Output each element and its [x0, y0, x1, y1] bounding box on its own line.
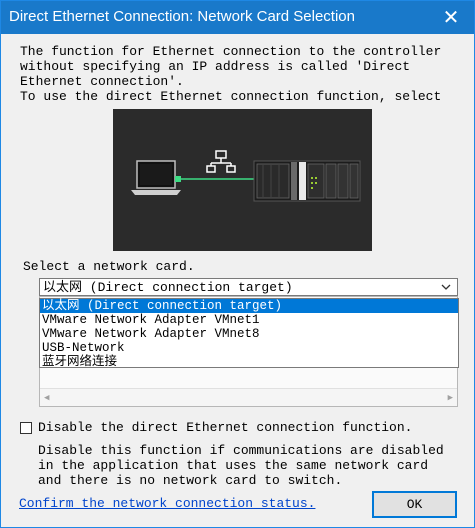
close-icon[interactable]: ✕	[428, 1, 474, 34]
chevron-down-icon	[441, 284, 451, 290]
window-title: Direct Ethernet Connection: Network Card…	[9, 8, 355, 25]
network-card-options: 以太网 (Direct connection target) VMware Ne…	[39, 298, 459, 369]
option-item[interactable]: VMware Network Adapter VMnet1	[40, 313, 458, 327]
option-item[interactable]: USB-Network	[40, 341, 458, 355]
ok-button-label: OK	[406, 497, 423, 512]
confirm-network-status-link[interactable]: Confirm the network connection status.	[19, 496, 315, 511]
horizontal-scrollbar[interactable]: ◀ ▶	[40, 388, 457, 406]
disable-note-text: Disable this function if communications …	[38, 443, 444, 488]
network-card-select[interactable]: 以太网 (Direct connection target)	[39, 278, 458, 296]
ok-button[interactable]: OK	[372, 491, 457, 518]
option-item[interactable]: VMware Network Adapter VMnet8	[40, 327, 458, 341]
scroll-right-icon[interactable]: ▶	[448, 393, 453, 403]
option-item[interactable]: 蓝牙网络连接	[40, 355, 458, 369]
description-text: The function for Ethernet connection to …	[20, 44, 442, 104]
connection-diagram	[113, 109, 372, 251]
title-bar: Direct Ethernet Connection: Network Card…	[1, 1, 474, 34]
network-card-label: Select a network card.	[23, 259, 195, 274]
disable-direct-connection-label[interactable]: Disable the direct Ethernet connection f…	[38, 420, 412, 435]
option-item[interactable]: 以太网 (Direct connection target)	[40, 299, 458, 313]
scroll-left-icon[interactable]: ◀	[44, 393, 49, 403]
controller-icon	[253, 160, 361, 202]
network-card-selected: 以太网 (Direct connection target)	[43, 280, 293, 295]
network-icon	[206, 150, 236, 173]
laptop-icon	[131, 160, 181, 195]
dialog-window: Direct Ethernet Connection: Network Card…	[0, 0, 475, 528]
disable-direct-connection-checkbox[interactable]	[20, 422, 32, 434]
